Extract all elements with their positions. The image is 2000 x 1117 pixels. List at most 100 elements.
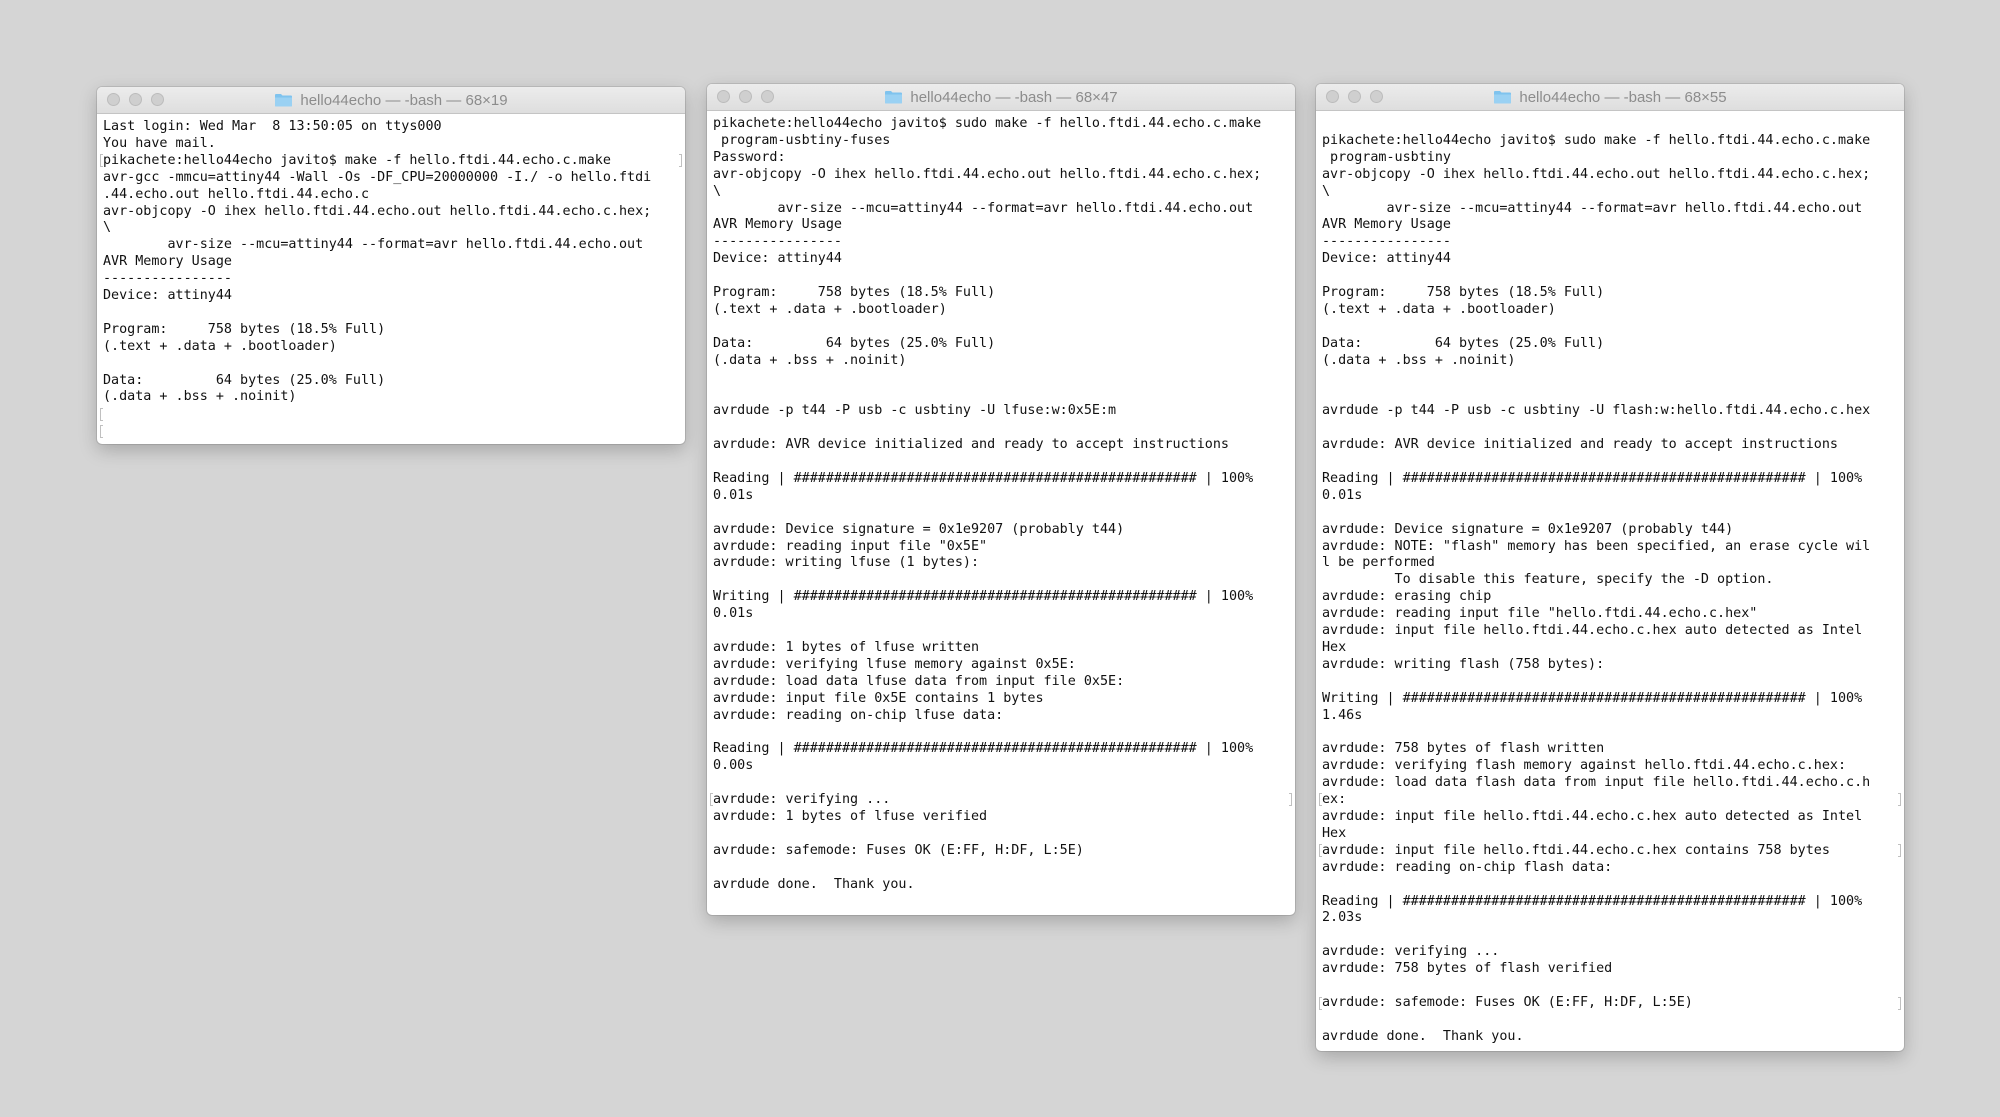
terminal-line: AVR Memory Usage [103,254,232,270]
terminal-line: Writing | ##############################… [1322,690,1863,706]
folder-icon [275,94,293,107]
terminal-line: avrdude: NOTE: "flash" memory has been s… [1322,538,1871,554]
window-title: hello44echo — -bash — 68×19 [97,87,685,113]
terminal-line: avrdude: safemode: Fuses OK (E:FF, H:DF,… [1322,994,1693,1010]
title-bar[interactable]: hello44echo — -bash — 68×55 [1316,84,1904,111]
terminal-line: avrdude: Device signature = 0x1e9207 (pr… [713,521,1125,537]
terminal-line: avrdude: 1 bytes of lfuse verified [713,808,988,824]
terminal-line: avrdude: load data flash data from input… [1322,775,1871,791]
terminal-line: avrdude: verifying lfuse memory against … [713,656,1076,672]
terminal-line: You have mail. [103,135,216,151]
terminal-line: avrdude: safemode: Fuses OK (E:FF, H:DF,… [713,842,1084,858]
terminal-line: (.data + .bss + .noinit) [713,352,907,368]
selection-marker [100,408,103,421]
terminal-output[interactable]: pikachete:hello44echo javito$ sudo make … [1316,111,1904,1046]
window-title-text: hello44echo — -bash — 68×47 [910,88,1118,106]
window-title-text: hello44echo — -bash — 68×55 [1519,88,1727,106]
title-bar[interactable]: hello44echo — -bash — 68×47 [707,84,1295,111]
terminal-line: program-usbtiny-fuses [713,132,891,148]
selection-marker [100,425,103,438]
terminal-output[interactable]: pikachete:hello44echo javito$ sudo make … [707,111,1295,910]
title-bar[interactable]: hello44echo — -bash — 68×19 [97,87,685,114]
terminal-window-1[interactable]: hello44echo — -bash — 68×19 Last login: … [97,87,685,444]
terminal-line: (.text + .data + .bootloader) [713,301,947,317]
terminal-line: Reading | ##############################… [1322,470,1863,486]
terminal-line: avrdude: writing lfuse (1 bytes): [713,555,980,571]
window-title: hello44echo — -bash — 68×47 [707,84,1295,110]
terminal-line: Reading | ##############################… [713,741,1254,757]
terminal-line: 2.03s [1322,910,1363,926]
window-title: hello44echo — -bash — 68×55 [1316,84,1904,110]
selection-marker [100,154,103,167]
terminal-line: avr-objcopy -O ihex hello.ftdi.44.echo.o… [713,166,1262,182]
selection-marker [1898,793,1901,806]
terminal-line: avrdude done. Thank you. [1322,1028,1524,1044]
terminal-line: avrdude: 758 bytes of flash verified [1322,961,1613,977]
terminal-line: \ [713,183,722,199]
terminal-line: ex: [1322,792,1347,808]
terminal-line: Data: 64 bytes (25.0% Full) [1322,335,1605,351]
terminal-line: avrdude: reading input file "hello.ftdi.… [1322,606,1758,622]
terminal-line: Program: 758 bytes (18.5% Full) [713,285,996,301]
terminal-line: 1.46s [1322,707,1363,723]
terminal-line: avrdude: verifying ... [1322,944,1500,960]
terminal-line: Password: [713,149,786,165]
selection-marker [1289,793,1292,806]
terminal-line: avrdude: Device signature = 0x1e9207 (pr… [1322,521,1734,537]
terminal-line: avrdude: AVR device initialized and read… [713,437,1229,453]
folder-icon [885,91,903,104]
selection-marker [1319,997,1322,1010]
terminal-line: avrdude: AVR device initialized and read… [1322,437,1838,453]
terminal-line: avrdude -p t44 -P usb -c usbtiny -U flas… [1322,403,1871,419]
terminal-line: 0.01s [713,487,754,503]
terminal-line: pikachete:hello44echo javito$ sudo make … [1322,132,1871,148]
terminal-window-2[interactable]: hello44echo — -bash — 68×47 pikachete:he… [707,84,1295,915]
terminal-line: \ [1322,183,1331,199]
terminal-line: avr-objcopy -O ihex hello.ftdi.44.echo.o… [103,203,652,219]
terminal-line: avrdude: writing flash (758 bytes): [1322,656,1605,672]
terminal-line: 0.01s [713,606,754,622]
terminal-line: avrdude -p t44 -P usb -c usbtiny -U lfus… [713,403,1117,419]
selection-marker [1898,844,1901,857]
terminal-line: avr-objcopy -O ihex hello.ftdi.44.echo.o… [1322,166,1871,182]
window-title-text: hello44echo — -bash — 68×19 [300,91,508,109]
terminal-line: Reading | ##############################… [1322,893,1863,909]
terminal-line: ---------------- [713,234,842,250]
terminal-line: (.data + .bss + .noinit) [103,389,297,405]
terminal-line: avr-size --mcu=attiny44 --format=avr hel… [713,200,1254,216]
terminal-line: (.text + .data + .bootloader) [1322,301,1556,317]
terminal-line: .44.echo.out hello.ftdi.44.echo.c [103,186,370,202]
terminal-output[interactable]: Last login: Wed Mar 8 13:50:05 on ttys00… [97,114,685,440]
folder-icon [1494,91,1512,104]
terminal-line: 0.00s [713,758,754,774]
terminal-line: Last login: Wed Mar 8 13:50:05 on ttys00… [103,119,442,134]
terminal-line: avrdude: load data lfuse data from input… [713,673,1125,689]
terminal-line: Data: 64 bytes (25.0% Full) [103,372,386,388]
terminal-line: pikachete:hello44echo javito$ sudo make … [713,116,1262,131]
terminal-line: ---------------- [1322,234,1451,250]
terminal-window-3[interactable]: hello44echo — -bash — 68×55 pikachete:he… [1316,84,1904,1051]
terminal-line: ---------------- [103,271,232,287]
terminal-line: avrdude: input file hello.ftdi.44.echo.c… [1322,842,1830,858]
